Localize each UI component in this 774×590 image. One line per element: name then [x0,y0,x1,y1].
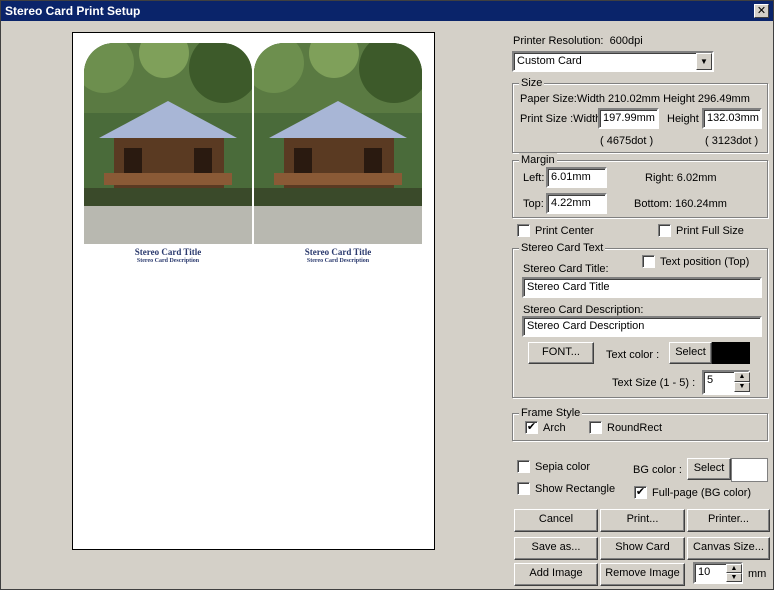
size-group-title: Size [519,76,545,90]
bg-color-swatch[interactable] [731,458,768,482]
remove-image-button[interactable]: Remove Image [600,563,685,586]
left-stereo-image[interactable] [84,43,252,244]
left-card-description: Stereo Card Description [136,258,200,264]
bg-color-select-button[interactable]: Select [687,458,731,480]
text-color-swatch[interactable] [712,342,750,364]
text-position-top-checkbox[interactable] [642,255,655,268]
print-size-width-label: Print Size :Width [520,113,602,125]
close-icon[interactable]: ✕ [754,4,769,18]
print-height-input[interactable]: 132.03mm [702,108,762,129]
margin-left-input[interactable]: 6.01mm [546,167,607,188]
width-dots-text: ( 4675dot ) [600,135,654,147]
printer-resolution-label: Printer Resolution: 600dpi [513,35,643,47]
arch-label: Arch [543,422,566,434]
font-button[interactable]: FONT... [528,342,594,364]
text-color-select-button[interactable]: Select [669,342,712,364]
gap-unit-label: mm [748,568,767,580]
bg-color-label: BG color : [633,464,682,476]
print-full-size-label: Print Full Size [676,225,744,237]
gap-up-icon[interactable]: ▲ [726,564,742,573]
roundrect-checkbox[interactable] [589,421,602,434]
arch-checkbox[interactable]: ✔ [525,421,538,434]
print-center-label: Print Center [535,225,594,237]
print-width-input[interactable]: 197.99mm [598,108,659,129]
margin-top-input[interactable]: 4.22mm [546,193,607,214]
stereo-title-label: Stereo Card Title: [523,263,609,275]
text-size-label: Text Size (1 - 5) : [612,377,696,389]
stereo-card-text-group-title: Stereo Card Text [519,241,606,255]
text-position-top-label: Text position (Top) [660,256,750,268]
print-full-size-checkbox[interactable] [658,224,671,237]
margin-left-label: Left: [523,172,545,184]
show-rectangle-checkbox[interactable] [517,482,530,495]
card-type-select[interactable]: Custom Card ▼ [512,51,714,72]
right-card-description: Stereo Card Description [306,258,370,264]
show-card-button[interactable]: Show Card [600,537,685,560]
title-bar: Stereo Card Print Setup ✕ [1,1,773,21]
left-card-title: Stereo Card Title [134,247,202,257]
right-stereo-image[interactable] [254,43,422,244]
canvas-size-button[interactable]: Canvas Size... [687,537,770,560]
paper-size-text: Paper Size:Width 210.02mm Height 296.49m… [520,93,750,105]
full-page-checkbox[interactable]: ✔ [634,486,647,499]
chevron-down-icon[interactable]: ▼ [696,53,712,70]
margin-bottom-text: Bottom: 160.24mm [634,198,727,210]
stereo-card-print-setup-window: Stereo Card Print Setup ✕ Stereo Card Ti… [0,0,774,590]
gap-down-icon[interactable]: ▼ [726,573,742,582]
sepia-color-label: Sepia color [535,461,591,473]
window-title: Stereo Card Print Setup [5,4,141,18]
sepia-color-checkbox[interactable] [517,460,530,473]
height-dots-text: ( 3123dot ) [705,135,759,147]
print-preview-page: Stereo Card Title Stereo Card Descriptio… [72,32,435,550]
height-label: Height [667,113,699,125]
print-button[interactable]: Print... [600,509,685,532]
roundrect-label: RoundRect [607,422,663,434]
show-rectangle-label: Show Rectangle [535,483,616,495]
stereo-description-label: Stereo Card Description: [523,304,644,316]
frame-style-group-title: Frame Style [519,406,583,420]
text-size-down-icon[interactable]: ▼ [734,382,750,392]
print-center-checkbox[interactable] [517,224,530,237]
add-image-button[interactable]: Add Image [514,563,598,586]
text-color-label: Text color : [606,349,660,361]
margin-group-title: Margin [519,153,557,167]
stereo-description-input[interactable]: Stereo Card Description [522,316,762,337]
cancel-button[interactable]: Cancel [514,509,598,532]
printer-button[interactable]: Printer... [687,509,770,532]
right-card-title: Stereo Card Title [304,247,372,257]
stereo-title-input[interactable]: Stereo Card Title [522,277,762,298]
margin-right-text: Right: 6.02mm [645,172,717,184]
full-page-label: Full-page (BG color) [652,487,752,499]
text-size-up-icon[interactable]: ▲ [734,372,750,382]
save-as-button[interactable]: Save as... [514,537,598,560]
margin-top-label: Top: [523,198,544,210]
